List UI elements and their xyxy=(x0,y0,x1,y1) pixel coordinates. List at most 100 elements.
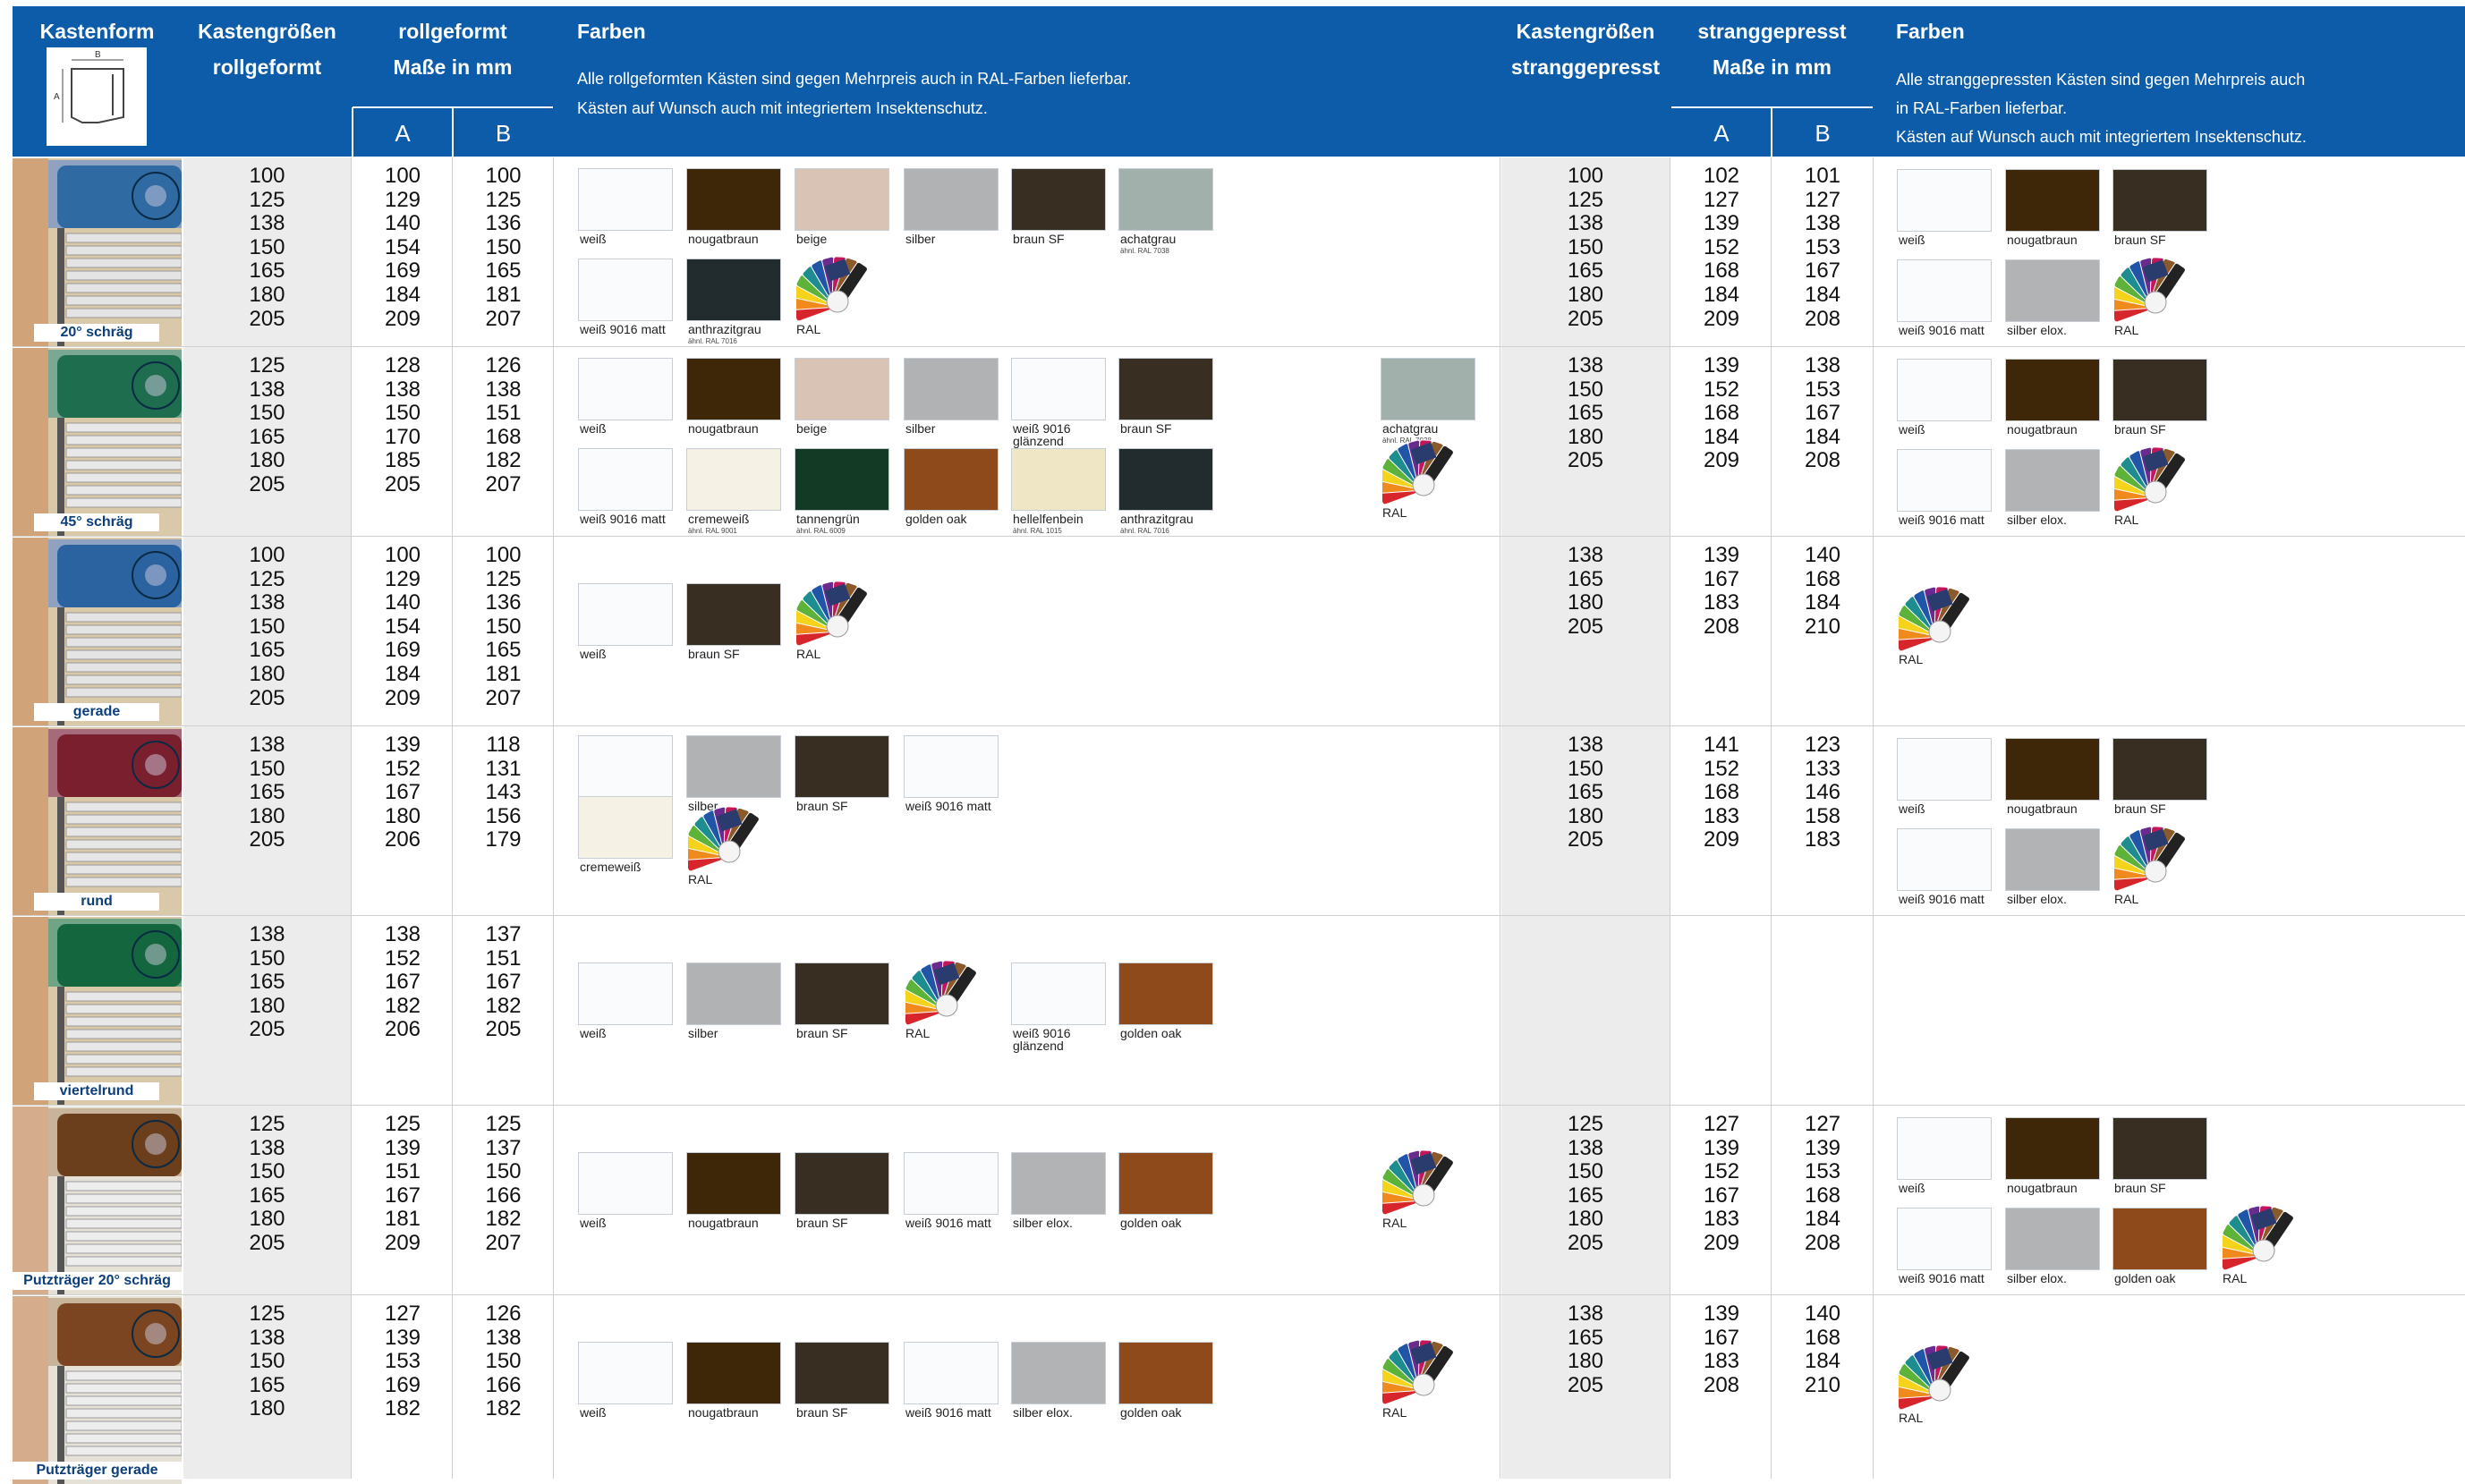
size-value: 180 xyxy=(249,282,285,307)
size-value: 133 xyxy=(1804,756,1841,781)
size-value: 183 xyxy=(1804,827,1841,852)
size-value: 125 xyxy=(249,353,285,377)
swatch-label: braun SF xyxy=(2114,422,2166,437)
strang-sizes-cell: 138 165 180 205 xyxy=(1501,1302,1670,1397)
swatch-label: weiß 9016 matt xyxy=(905,799,991,813)
swatch-label: weiß xyxy=(580,647,607,661)
swatch-label: nougatbraun xyxy=(688,421,759,436)
size-value: 165 xyxy=(1567,780,1604,805)
swatch-label: golden oak xyxy=(905,512,967,526)
swatch-label: braun SF xyxy=(796,799,848,813)
color-swatch xyxy=(578,358,673,420)
size-value: 183 xyxy=(1703,1207,1740,1232)
size-value: 137 xyxy=(485,922,522,946)
size-value: 150 xyxy=(249,401,285,426)
size-value: 183 xyxy=(1703,803,1740,828)
ral-color-fan-icon xyxy=(2218,1197,2308,1272)
header-strang-dims-1: stranggepresst xyxy=(1697,20,1847,43)
size-value: 139 xyxy=(1804,1135,1841,1160)
color-swatch xyxy=(2112,1208,2207,1270)
size-value: 184 xyxy=(384,282,421,307)
size-value: 180 xyxy=(249,661,285,686)
header-strang-col-b: B xyxy=(1815,120,1831,147)
size-value: 100 xyxy=(485,164,522,188)
strang-b-cell: 138 153 167 184 208 xyxy=(1772,353,1873,473)
color-swatch xyxy=(686,735,781,798)
color-swatch xyxy=(686,358,781,420)
color-swatch xyxy=(795,1152,889,1215)
size-value: 150 xyxy=(485,1349,522,1374)
size-value: 207 xyxy=(485,306,522,331)
size-value: 205 xyxy=(1567,614,1604,639)
size-value: 150 xyxy=(485,614,522,639)
size-value: 139 xyxy=(1703,353,1740,377)
size-value: 154 xyxy=(384,234,421,259)
swatch-label: RAL xyxy=(905,1026,931,1040)
size-value: 138 xyxy=(1804,211,1841,236)
color-swatch xyxy=(578,448,673,511)
ral-color-fan-icon xyxy=(1378,1141,1468,1217)
strang-b-cell: 127 139 153 168 184 208 xyxy=(1772,1112,1873,1256)
size-value: 152 xyxy=(384,946,421,971)
strang-b-cell: 140 168 184 210 xyxy=(1772,543,1873,639)
swatch-label: RAL xyxy=(688,872,713,886)
size-value: 152 xyxy=(1703,234,1740,259)
swatch-label: achatgrau xyxy=(1120,232,1177,246)
product-photo xyxy=(13,727,182,915)
size-value: 167 xyxy=(485,970,522,995)
size-value: 205 xyxy=(1567,1230,1604,1255)
size-value: 205 xyxy=(249,1230,285,1255)
swatch-label: braun SF xyxy=(796,1405,848,1420)
header-strang-col-a: A xyxy=(1713,120,1730,147)
size-value: 125 xyxy=(249,1112,285,1136)
row-separator xyxy=(13,346,2465,347)
color-swatch xyxy=(1897,1117,1992,1180)
size-value: 184 xyxy=(1804,590,1841,615)
color-swatch xyxy=(2005,449,2100,512)
roll-b-cell: 137 151 167 182 205 xyxy=(454,922,553,1042)
swatch-label: golden oak xyxy=(1120,1216,1182,1230)
size-value: 125 xyxy=(485,187,522,212)
size-value: 139 xyxy=(1703,1302,1740,1326)
size-value: 152 xyxy=(1703,1159,1740,1184)
color-swatch xyxy=(1118,1152,1213,1215)
swatch-label: silber elox. xyxy=(2007,892,2067,906)
size-value: 150 xyxy=(249,614,285,639)
strang-sizes-cell: 138 150 165 180 205 xyxy=(1501,733,1670,852)
roll-b-cell: 125 137 150 166 182 207 xyxy=(454,1112,553,1256)
strang-a-cell: 139 167 183 208 xyxy=(1671,543,1772,639)
color-swatch xyxy=(578,962,673,1025)
size-value: 168 xyxy=(1703,401,1740,426)
size-value: 208 xyxy=(1804,306,1841,331)
row-separator xyxy=(13,915,2465,916)
size-value: 151 xyxy=(485,401,522,426)
color-swatch xyxy=(795,735,889,798)
size-value: 158 xyxy=(1804,803,1841,828)
swatch-label: braun SF xyxy=(796,1216,848,1230)
roll-a-cell: 139 152 167 180 206 xyxy=(353,733,453,852)
size-value: 100 xyxy=(249,543,285,567)
swatch-label: braun SF xyxy=(2114,233,2166,247)
size-value: 138 xyxy=(249,1135,285,1160)
swatch-label: weiß xyxy=(580,421,607,436)
size-value: 166 xyxy=(485,1183,522,1208)
row-caption: viertelrund xyxy=(34,1082,159,1100)
color-swatch xyxy=(1118,962,1213,1025)
swatch-label: weiß xyxy=(580,1026,607,1040)
product-photo xyxy=(13,158,182,346)
size-value: 208 xyxy=(1804,448,1841,473)
swatch-label: weiß 9016 matt xyxy=(1899,892,1985,906)
size-value: 167 xyxy=(1703,1325,1740,1350)
roll-b-cell: 100 125 136 150 165 181 207 xyxy=(454,164,553,331)
size-value: 140 xyxy=(384,211,421,236)
size-value: 180 xyxy=(1567,282,1604,307)
color-swatch xyxy=(904,448,999,511)
size-value: 184 xyxy=(1804,1349,1841,1374)
size-value: 210 xyxy=(1804,614,1841,639)
color-swatch xyxy=(686,1342,781,1404)
size-value: 150 xyxy=(1567,1159,1604,1184)
color-swatch xyxy=(1011,962,1106,1025)
swatch-label: RAL xyxy=(2114,323,2139,337)
strang-a-cell: 139 152 168 184 209 xyxy=(1671,353,1772,473)
swatch-label: nougatbraun xyxy=(2007,1181,2078,1195)
